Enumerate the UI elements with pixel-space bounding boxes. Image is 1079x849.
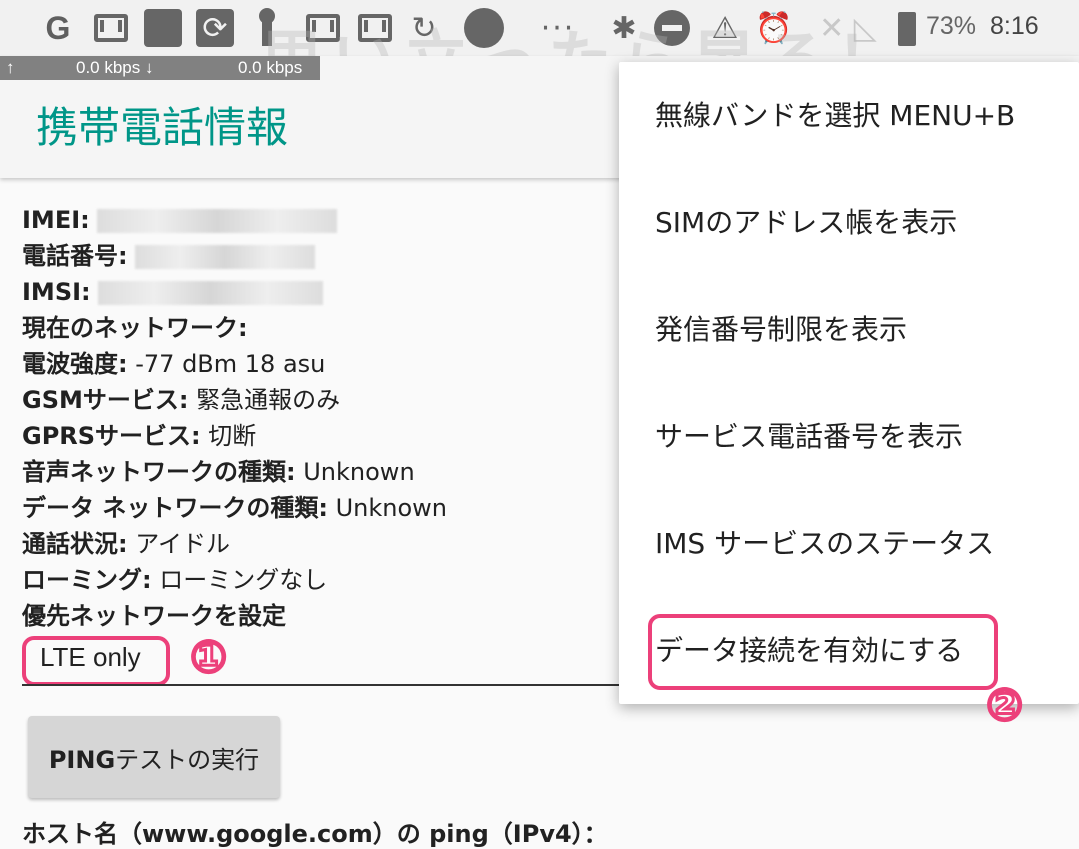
download-speed: 0.0 kbps: [238, 58, 303, 77]
preferred-network-select[interactable]: LTE only: [40, 642, 141, 673]
ping-test-button[interactable]: PINGテストの実行: [28, 716, 280, 798]
ping-host-label: ホスト名（www.google.com）の ping（IPv4）：: [22, 820, 608, 848]
menu-item-select-radio-band[interactable]: 無線バンドを選択 MENU+B: [655, 62, 1015, 169]
info-label: GPRSサービス:: [22, 422, 201, 450]
page-title: 携帯電話情報: [36, 103, 289, 152]
menu-item-service-numbers[interactable]: サービス電話番号を表示: [655, 383, 963, 490]
overflow-menu: 無線バンドを選択 MENU+B SIMのアドレス帳を表示 発信番号制限を表示 サ…: [619, 62, 1079, 704]
redacted-value: [135, 245, 316, 269]
info-label: 通話状況:: [22, 530, 128, 558]
info-value: Unknown: [295, 458, 415, 486]
info-row-gsm: GSMサービス: 緊急通報のみ: [22, 382, 447, 418]
info-row-network: 現在のネットワーク:: [22, 310, 447, 346]
info-label: GSMサービス:: [22, 386, 189, 414]
info-label: データ ネットワークの種類:: [22, 494, 328, 522]
upload-arrow-icon: ↑: [6, 58, 15, 77]
info-row-signal: 電波強度: -77 dBm 18 asu: [22, 346, 447, 382]
info-label: 電波強度:: [22, 350, 128, 378]
info-label: IMSI:: [22, 278, 91, 306]
info-label: IMEI:: [22, 206, 90, 234]
info-row-data-network: データ ネットワークの種類: Unknown: [22, 490, 447, 526]
redacted-value: [98, 281, 324, 305]
info-label: ローミング:: [22, 566, 152, 594]
menu-item-sim-address-book[interactable]: SIMのアドレス帳を表示: [655, 169, 957, 276]
info-value: アイドル: [127, 530, 231, 558]
info-label: 現在のネットワーク:: [22, 314, 248, 342]
select-underline: [22, 684, 642, 686]
highlight-box-2: [648, 614, 998, 690]
google-icon: G: [45, 9, 71, 46]
annotation-marker-2: ②: [984, 679, 1024, 733]
info-row-preferred-network: 優先ネットワークを設定: [22, 598, 447, 634]
info-row-imsi: IMSI:: [22, 274, 447, 310]
info-value: ローミングなし: [151, 566, 328, 594]
info-row-phone: 電話番号:: [22, 238, 447, 274]
app-icon: [144, 9, 182, 47]
menu-item-ims-status[interactable]: IMS サービスのステータス: [655, 490, 994, 597]
ping-label-bold: PING: [48, 745, 116, 774]
phone-info-list: IMEI: 電話番号: IMSI: 現在のネットワーク: 電波強度: -77 d…: [22, 202, 447, 634]
redacted-value: [97, 209, 338, 233]
info-label: 電話番号:: [22, 242, 128, 270]
info-row-imei: IMEI:: [22, 202, 447, 238]
clock: 8:16: [990, 12, 1039, 40]
info-row-call-status: 通話状況: アイドル: [22, 526, 447, 562]
info-label: 優先ネットワークを設定: [22, 602, 286, 630]
info-row-voice-network: 音声ネットワークの種類: Unknown: [22, 454, 447, 490]
info-row-gprs: GPRSサービス: 切断: [22, 418, 447, 454]
info-value: 切断: [200, 422, 257, 450]
info-row-roaming: ローミング: ローミングなし: [22, 562, 447, 598]
gmail-icon: [94, 14, 128, 42]
sync-icon: ⟳: [196, 9, 234, 47]
annotation-marker-1: ①: [188, 631, 228, 685]
upload-speed: 0.0 kbps ↓: [76, 58, 154, 77]
info-value: -77 dBm 18 asu: [127, 350, 326, 378]
ping-label-rest: テストの実行: [115, 745, 260, 774]
info-value: 緊急通報のみ: [188, 386, 341, 414]
battery-percent: 73%: [926, 12, 977, 40]
network-speed-bar: ↑ 0.0 kbps ↓ 0.0 kbps: [0, 56, 320, 80]
menu-item-fixed-dialing[interactable]: 発信番号制限を表示: [655, 276, 907, 383]
info-value: Unknown: [327, 494, 447, 522]
info-label: 音声ネットワークの種類:: [22, 458, 296, 486]
